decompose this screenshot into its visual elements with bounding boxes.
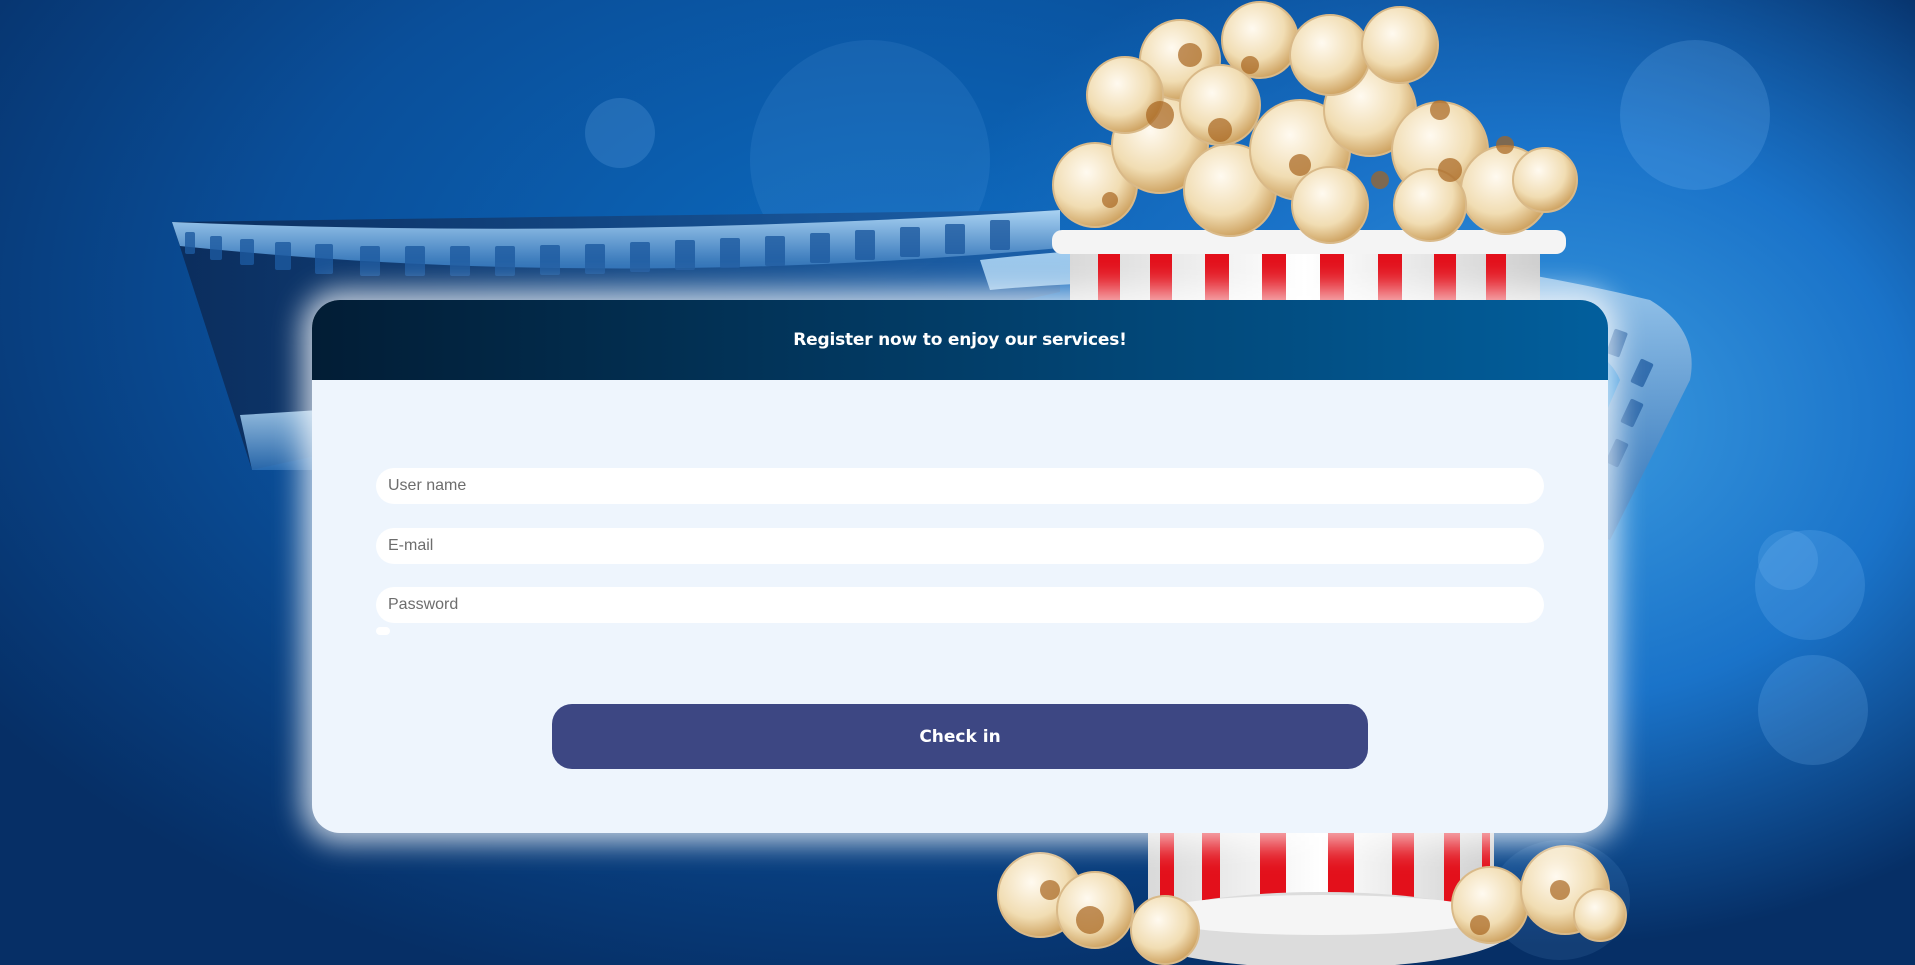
form-title: Register now to enjoy our services! <box>793 330 1127 350</box>
card-header: Register now to enjoy our services! <box>312 300 1608 380</box>
page-background: Register now to enjoy our services! Chec… <box>0 0 1915 965</box>
check-in-button[interactable]: Check in <box>552 704 1368 769</box>
registration-card: Register now to enjoy our services! Chec… <box>312 300 1608 833</box>
email-input[interactable] <box>376 528 1544 564</box>
password-input[interactable] <box>376 587 1544 623</box>
password-hint-indicator <box>376 627 390 635</box>
username-input[interactable] <box>376 468 1544 504</box>
